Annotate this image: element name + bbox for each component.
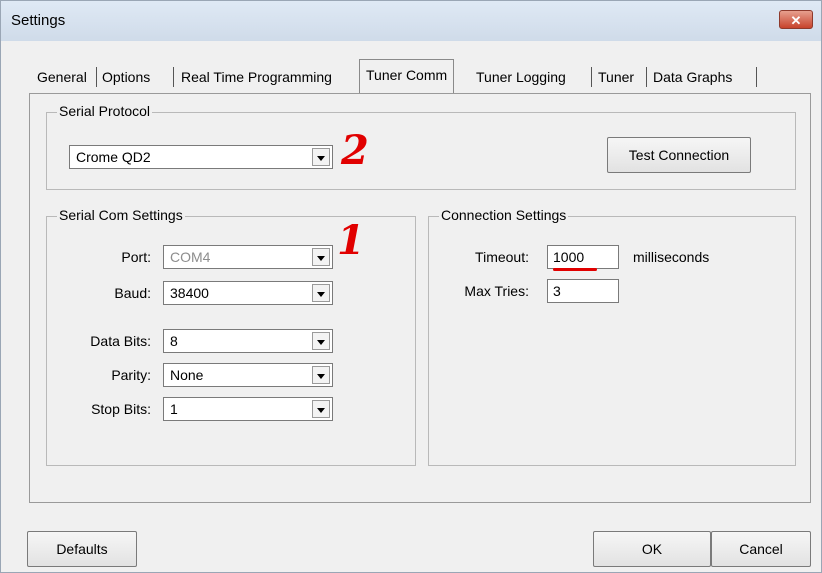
chevron-down-icon[interactable] [312,148,330,166]
test-connection-button[interactable]: Test Connection [607,137,751,173]
chevron-down-icon[interactable] [312,248,330,266]
chevron-down-icon[interactable] [312,332,330,350]
tab-separator [173,67,174,87]
data-bits-value: 8 [170,333,178,349]
baud-select[interactable]: 38400 [163,281,333,305]
title-bar: Settings ✕ [1,1,821,41]
tuner-comm-panel: Serial Protocol Crome QD2 2 Test Connect… [29,93,811,503]
serial-protocol-group: Serial Protocol Crome QD2 2 Test Connect… [46,103,796,190]
tab-separator [591,67,592,87]
tab-separator [96,67,97,87]
tab-tuner-comm[interactable]: Tuner Comm [359,59,455,93]
chevron-down-icon[interactable] [312,400,330,418]
close-button[interactable]: ✕ [779,10,813,29]
annotation-number-1: 1 [337,217,365,264]
parity-select[interactable]: None [163,363,333,387]
max-tries-label: Max Tries: [464,283,529,299]
timeout-label: Timeout: [475,249,529,265]
serial-com-legend: Serial Com Settings [57,207,185,223]
parity-value: None [170,367,204,383]
tab-separator [756,67,757,87]
chevron-down-icon[interactable] [312,366,330,384]
data-bits-select[interactable]: 8 [163,329,333,353]
connection-legend: Connection Settings [439,207,569,223]
defaults-button[interactable]: Defaults [27,531,137,567]
annotation-number-2: 2 [341,127,369,174]
protocol-value: Crome QD2 [76,149,151,165]
parity-label: Parity: [111,367,151,383]
port-label: Port: [121,249,151,265]
tab-options[interactable]: Options [102,63,150,91]
tab-tuner[interactable]: Tuner [598,63,634,91]
stop-bits-select[interactable]: 1 [163,397,333,421]
stop-bits-label: Stop Bits: [91,401,151,417]
tab-data-graphs[interactable]: Data Graphs [653,63,732,91]
window-title: Settings [11,12,66,29]
data-bits-label: Data Bits: [90,333,151,349]
tab-tuner-logging[interactable]: Tuner Logging [476,63,566,91]
baud-label: Baud: [114,285,151,301]
port-value: COM4 [170,249,211,265]
port-select[interactable]: COM4 [163,245,333,269]
tab-real-time-programming[interactable]: Real Time Programming [181,63,332,91]
timeout-unit: milliseconds [633,249,710,265]
max-tries-input[interactable]: 3 [547,279,619,303]
annotation-underline [553,268,597,271]
timeout-input[interactable]: 1000 [547,245,619,269]
settings-window: Settings ✕ General Options Real Time Pro… [0,0,822,573]
ok-button[interactable]: OK [593,531,711,567]
baud-value: 38400 [170,285,209,301]
close-icon: ✕ [790,13,802,28]
connection-settings-group: Connection Settings Timeout: 1000 millis… [428,207,796,466]
protocol-select[interactable]: Crome QD2 [69,145,333,169]
chevron-down-icon[interactable] [312,284,330,302]
cancel-button[interactable]: Cancel [711,531,811,567]
stop-bits-value: 1 [170,401,178,417]
tab-general[interactable]: General [37,63,87,91]
serial-com-settings-group: Serial Com Settings 1 Port: COM4 Baud: 3… [46,207,416,466]
serial-protocol-legend: Serial Protocol [57,103,153,119]
tab-separator [646,67,647,87]
